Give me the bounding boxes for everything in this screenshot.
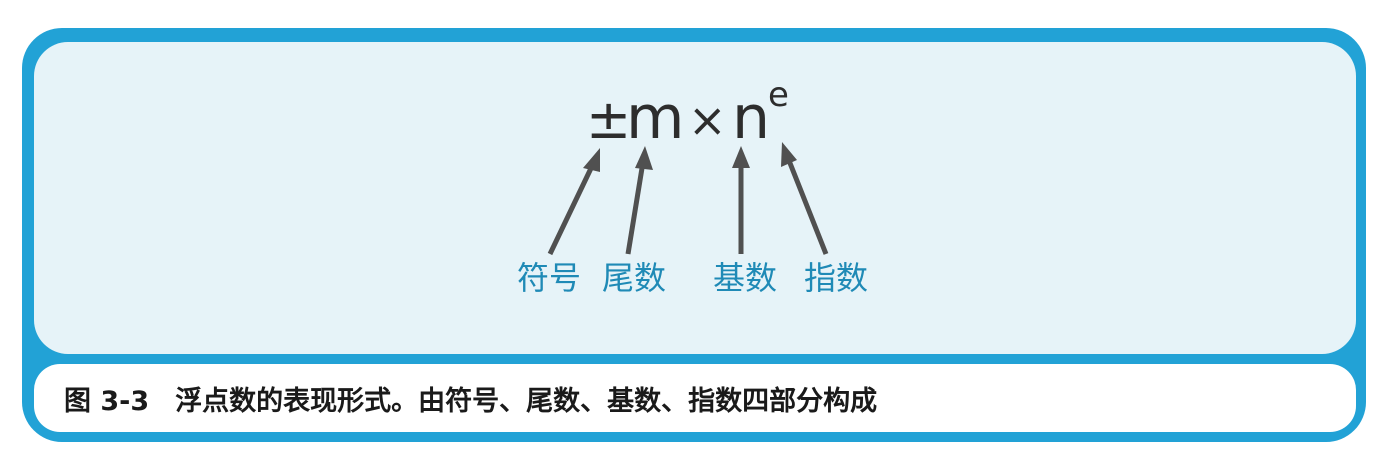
formula-sign: ± — [586, 88, 631, 151]
formula-exponent: e — [768, 75, 789, 115]
figure-caption: 浮点数的表现形式。由符号、尾数、基数、指数四部分构成 — [175, 385, 878, 417]
arrow-mantissa — [625, 146, 653, 255]
label-base: 基数 — [713, 259, 777, 297]
figure-number: 图 3-3 — [64, 385, 150, 417]
caption-bar: 图 3-3 浮点数的表现形式。由符号、尾数、基数、指数四部分构成 — [34, 364, 1356, 432]
label-mantissa: 尾数 — [602, 259, 666, 297]
arrow-sign — [547, 148, 600, 256]
formula-mantissa: m — [626, 83, 684, 153]
label-sign: 符号 — [517, 259, 581, 297]
arrow-base — [732, 146, 750, 254]
formula-times: × — [688, 93, 727, 147]
arrow-exponent — [781, 142, 829, 255]
formula-base: n — [732, 83, 770, 153]
label-exponent: 指数 — [804, 259, 868, 297]
